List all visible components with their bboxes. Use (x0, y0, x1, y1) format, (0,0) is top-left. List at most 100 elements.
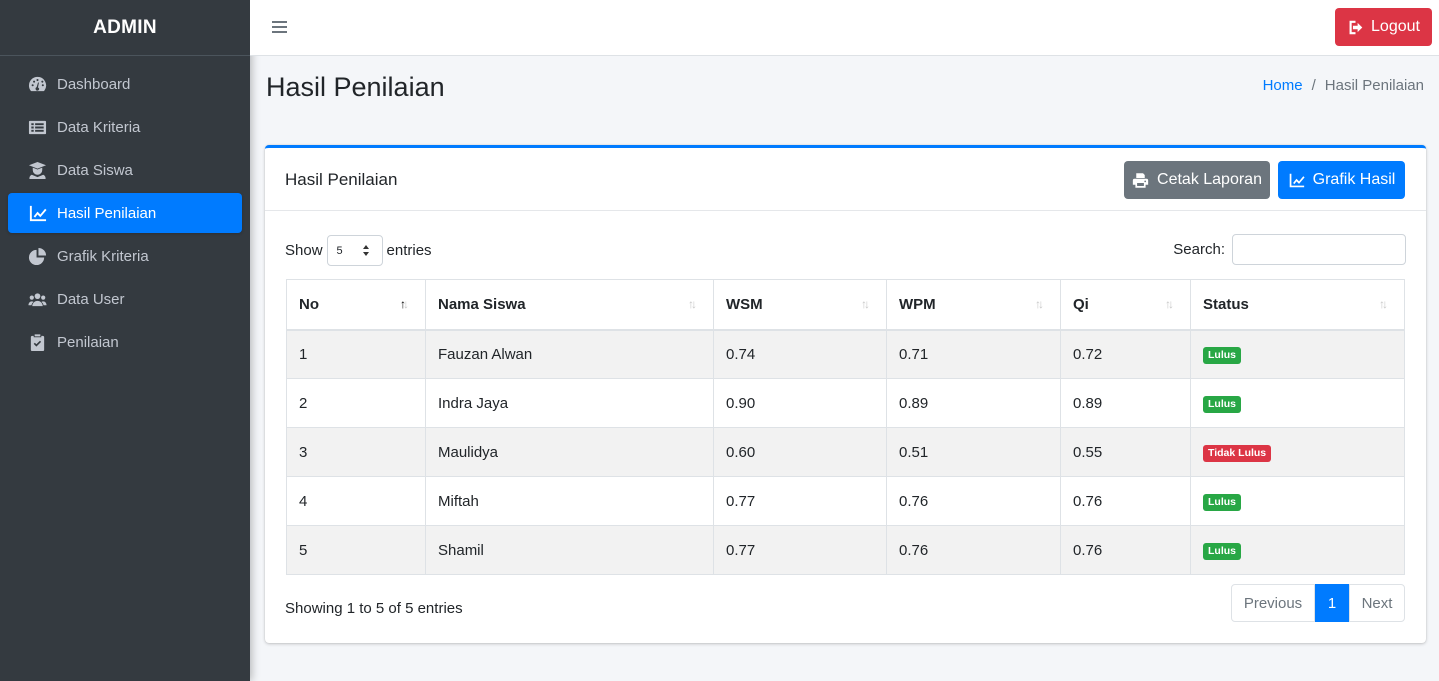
cell-status: Lulus (1190, 525, 1405, 575)
sort-icon: ↑↓ (1165, 297, 1174, 311)
status-badge: Lulus (1203, 395, 1241, 413)
column-header-wsm[interactable]: WSM ↑↓ (713, 279, 887, 331)
sidebar-item-label: Hasil Penilaian (57, 204, 157, 222)
cell-no: 5 (286, 525, 426, 575)
cell-wsm: 0.60 (713, 427, 887, 477)
search-control: Search: (1173, 234, 1406, 265)
cell-wpm: 0.51 (886, 427, 1061, 477)
breadcrumb: Home / Hasil Penilaian (1263, 77, 1424, 94)
sort-icon: ↑↓ (861, 297, 870, 311)
sidebar-item-label: Data User (57, 290, 125, 308)
table-row: 1 Fauzan Alwan 0.74 0.71 0.72 Lulus (286, 329, 1405, 379)
list-icon (27, 117, 47, 137)
sidebar-item-data-siswa[interactable]: Data Siswa (8, 150, 242, 190)
table-info: Showing 1 to 5 of 5 entries (285, 600, 463, 617)
column-header-no[interactable]: No ↑↓ (286, 279, 426, 331)
result-chart-button[interactable]: Grafik Hasil (1278, 161, 1405, 199)
cell-wpm: 0.89 (886, 378, 1061, 428)
cell-wpm: 0.76 (886, 476, 1061, 526)
sidebar-item-label: Grafik Kriteria (57, 247, 149, 265)
sign-out-icon (1349, 20, 1363, 34)
sidebar-item-grafik-kriteria[interactable]: Grafik Kriteria (8, 236, 242, 276)
breadcrumb-separator: / (1311, 77, 1316, 94)
column-header-qi[interactable]: Qi ↑↓ (1060, 279, 1191, 331)
cell-wpm: 0.71 (886, 329, 1061, 379)
sidebar-item-data-user[interactable]: Data User (8, 279, 242, 319)
cell-status: Lulus (1190, 329, 1405, 379)
cell-qi: 0.76 (1060, 525, 1191, 575)
card-header: Hasil Penilaian Cetak Laporan Grafik Has… (265, 148, 1426, 211)
select-arrows-icon (362, 245, 370, 256)
cell-nama: Fauzan Alwan (425, 329, 714, 379)
cell-status: Lulus (1190, 378, 1405, 428)
show-label: Show (285, 242, 323, 259)
search-input[interactable] (1232, 234, 1406, 265)
cell-qi: 0.76 (1060, 476, 1191, 526)
print-icon (1132, 172, 1149, 188)
sidebar-item-hasil-penilaian[interactable]: Hasil Penilaian (8, 193, 242, 233)
user-graduate-icon (27, 160, 47, 180)
column-header-nama-siswa[interactable]: Nama Siswa ↑↓ (425, 279, 714, 331)
status-badge: Lulus (1203, 346, 1241, 364)
sidebar-item-label: Penilaian (57, 333, 119, 351)
users-icon (27, 289, 47, 309)
chart-pie-icon (27, 246, 47, 266)
search-label: Search: (1173, 241, 1225, 258)
tachometer-icon (27, 74, 47, 94)
table-row: 4 Miftah 0.77 0.76 0.76 Lulus (286, 476, 1405, 526)
pagination-page-1[interactable]: 1 (1315, 584, 1349, 622)
cell-status: Tidak Lulus (1190, 427, 1405, 477)
sidebar: ADMIN Dashboard Data Kriteria Data Siswa… (0, 0, 250, 681)
sort-asc-icon: ↑↓ (400, 297, 409, 311)
cell-nama: Maulidya (425, 427, 714, 477)
cell-no: 1 (286, 329, 426, 379)
card-title: Hasil Penilaian (285, 170, 398, 189)
cell-nama: Miftah (425, 476, 714, 526)
brand-logo[interactable]: ADMIN (0, 0, 250, 56)
table-row: 2 Indra Jaya 0.90 0.89 0.89 Lulus (286, 378, 1405, 428)
sidebar-item-penilaian[interactable]: Penilaian (8, 322, 242, 362)
sidebar-nav: Dashboard Data Kriteria Data Siswa Hasil… (0, 56, 250, 373)
sidebar-item-label: Data Kriteria (57, 118, 141, 136)
table-header-row: No ↑↓ Nama Siswa ↑↓ WSM ↑↓ WPM ↑↓ Qi ↑↓ Statu… (286, 279, 1405, 331)
pagination-next[interactable]: Next (1349, 584, 1405, 622)
column-header-status[interactable]: Status ↑↓ (1190, 279, 1405, 331)
breadcrumb-current: Hasil Penilaian (1324, 77, 1424, 94)
chart-line-icon (27, 203, 47, 223)
cell-qi: 0.72 (1060, 329, 1191, 379)
column-header-wpm[interactable]: WPM ↑↓ (886, 279, 1061, 331)
cell-wsm: 0.90 (713, 378, 887, 428)
sidebar-item-label: Dashboard (57, 75, 131, 93)
page-length-control: Show 5 entries (285, 235, 432, 266)
sidebar-item-dashboard[interactable]: Dashboard (8, 64, 242, 104)
sidebar-item-data-kriteria[interactable]: Data Kriteria (8, 107, 242, 147)
cell-nama: Shamil (425, 525, 714, 575)
logout-button[interactable]: Logout (1335, 8, 1432, 46)
cell-status: Lulus (1190, 476, 1405, 526)
page-length-select[interactable]: 5 (326, 235, 383, 266)
menu-toggle-icon[interactable] (272, 17, 290, 37)
table-row: 5 Shamil 0.77 0.76 0.76 Lulus (286, 525, 1405, 575)
breadcrumb-home-link[interactable]: Home (1263, 77, 1303, 94)
table-row: 3 Maulidya 0.60 0.51 0.55 Tidak Lulus (286, 427, 1405, 477)
sort-icon: ↑↓ (1035, 297, 1044, 311)
sort-icon: ↑↓ (688, 297, 697, 311)
status-badge: Lulus (1203, 493, 1241, 511)
results-card: Hasil Penilaian Cetak Laporan Grafik Has… (265, 145, 1426, 643)
cell-no: 3 (286, 427, 426, 477)
top-navbar: Logout (250, 0, 1439, 56)
cell-no: 2 (286, 378, 426, 428)
pagination-previous[interactable]: Previous (1231, 584, 1315, 622)
print-report-button[interactable]: Cetak Laporan (1124, 161, 1270, 199)
page-title: Hasil Penilaian (266, 72, 445, 102)
entries-label: entries (386, 242, 432, 259)
results-table: No ↑↓ Nama Siswa ↑↓ WSM ↑↓ WPM ↑↓ Qi ↑↓ Statu… (286, 279, 1405, 575)
cell-qi: 0.55 (1060, 427, 1191, 477)
cell-wsm: 0.74 (713, 329, 887, 379)
clipboard-check-icon (27, 332, 47, 352)
cell-nama: Indra Jaya (425, 378, 714, 428)
pagination: Previous 1 Next (1231, 584, 1405, 622)
sidebar-item-label: Data Siswa (57, 161, 133, 179)
status-badge: Lulus (1203, 542, 1241, 560)
sort-icon: ↑↓ (1379, 297, 1388, 311)
